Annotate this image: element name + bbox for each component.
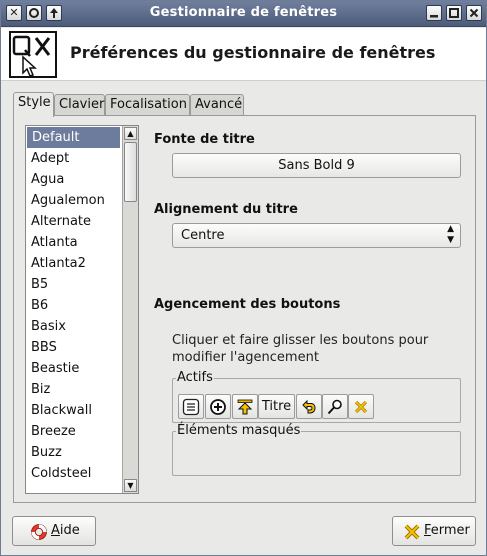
magnifier-icon [327,399,342,415]
scrollbar-thumb[interactable] [124,142,137,202]
list-item[interactable]: Atlanta2 [26,253,122,274]
list-item[interactable]: Alternate [26,211,122,232]
help-button[interactable]: Aide [12,516,96,546]
hidden-buttons-frame[interactable]: Éléments masqués [172,423,461,476]
header-title: Préférences du gestionnaire de fenêtres [70,43,436,62]
tab-focalisation[interactable]: Focalisation [105,94,190,116]
window: ✕ Gestionnaire de fenêtres Préférences d… [0,0,487,556]
tab-style[interactable]: Style [13,92,54,117]
list-item[interactable]: B6 [26,295,122,316]
help-lifebuoy-icon [31,524,47,540]
title-alignment-label: Alignement du titre [154,202,298,217]
stick-icon [210,399,226,415]
window-manager-icon [9,31,57,78]
list-item[interactable]: Breeze [26,421,122,442]
hide-layout-button[interactable] [296,394,322,419]
tab-clavier[interactable]: Clavier [54,94,105,116]
list-item[interactable]: Default [27,127,120,148]
hide-icon [302,399,316,414]
theme-list[interactable]: Default Adept Agua Agualemon Alternate A… [25,125,139,494]
list-item[interactable]: Buzz [26,442,122,463]
menu-layout-button[interactable] [178,394,204,419]
list-item[interactable]: BBS [26,337,122,358]
maximize-box-icon [449,8,459,18]
title-layout-button[interactable]: Titre [258,394,295,419]
title-bar[interactable]: ✕ Gestionnaire de fenêtres [1,1,486,27]
window-title: Gestionnaire de fenêtres [149,5,338,20]
list-item[interactable]: Basix [26,316,122,337]
theme-list-items: Default Adept Agua Agualemon Alternate A… [26,126,122,493]
hidden-buttons-label: Éléments masqués [176,423,302,439]
shade-icon [237,399,253,415]
close-x-icon [404,524,420,540]
stick-layout-button[interactable] [205,394,231,419]
theme-list-scrollbar[interactable]: ▲ ▼ [122,126,138,493]
scroll-down-icon[interactable]: ▼ [124,479,137,492]
close-layout-button[interactable] [348,394,374,419]
x-icon [469,8,479,18]
active-buttons-label: Actifs [176,370,214,386]
title-font-label: Fonte de titre [154,132,255,147]
shade-layout-button[interactable] [232,394,258,419]
maximize-icon[interactable] [446,5,462,21]
close-button-label: Fermer [424,523,470,538]
title-font-button[interactable]: Sans Bold 9 [172,153,461,178]
scroll-up-icon[interactable]: ▲ [124,127,137,140]
dialog-header: Préférences du gestionnaire de fenêtres [1,28,486,81]
close-icon [354,400,368,414]
list-item[interactable]: Beastie [26,358,122,379]
list-item[interactable]: Adept [26,148,122,169]
button-layout-description: Cliquer et faire glisser les boutons pou… [172,333,429,365]
minimize-icon[interactable] [426,5,442,21]
button-layout-label: Agencement des boutons [154,297,341,312]
title-alignment-select[interactable]: Centre ▲ ▼ [172,223,461,248]
list-item[interactable]: B5 [26,274,122,295]
chevron-updown-icon: ▲ ▼ [447,224,454,245]
help-button-label: Aide [51,523,80,538]
close-icon[interactable] [466,5,482,21]
list-item[interactable]: Atlanta [26,232,122,253]
list-item[interactable]: Blackwall [26,400,122,421]
list-item[interactable]: Agualemon [26,190,122,211]
title-alignment-value: Centre [181,228,225,243]
list-item[interactable]: Coldsteel [26,463,122,484]
maximize-layout-button[interactable] [322,394,348,419]
list-item[interactable]: Biz [26,379,122,400]
close-button[interactable]: Fermer [392,516,476,546]
list-item[interactable]: Agua [26,169,122,190]
tab-avance[interactable]: Avancé [190,94,244,116]
minimize-bar-icon [430,15,438,18]
menu-icon [182,398,200,416]
